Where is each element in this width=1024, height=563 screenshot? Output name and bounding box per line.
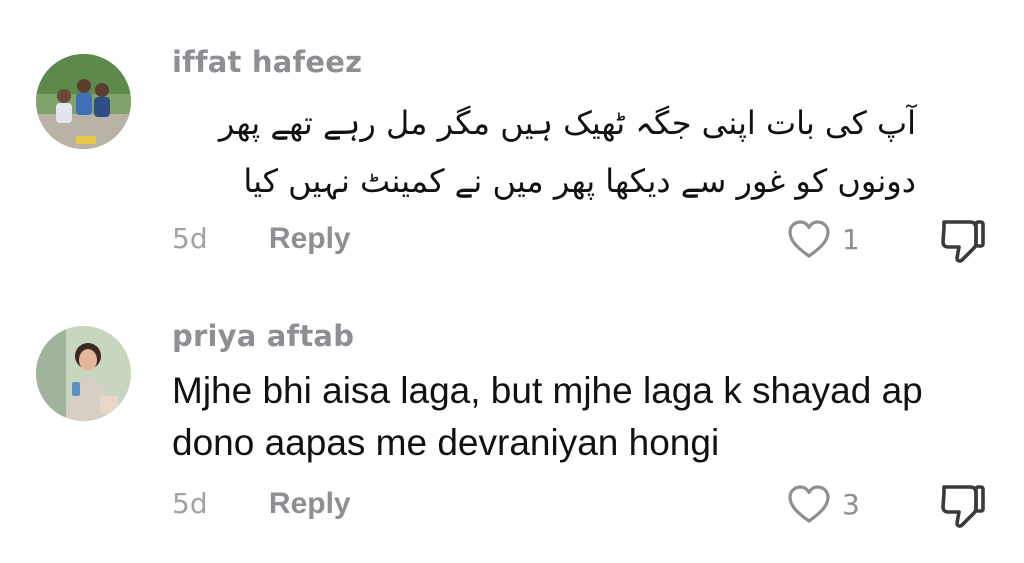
heart-outline-icon <box>788 485 830 523</box>
thumbs-down-icon <box>941 220 985 263</box>
avatar[interactable] <box>36 326 131 421</box>
reply-button[interactable]: Reply <box>269 487 351 520</box>
like-count: 1 <box>842 222 860 256</box>
comment-age: 5d <box>172 487 208 520</box>
comment-age: 5d <box>172 222 208 255</box>
dislike-button[interactable] <box>938 216 988 268</box>
like-button[interactable]: 1 <box>786 218 860 260</box>
comment-username[interactable]: priya aftab <box>172 319 354 353</box>
like-button[interactable]: 3 <box>786 483 860 525</box>
dislike-button[interactable] <box>938 481 988 533</box>
comment-item: priya aftab Mjhe bhi aisa laga, but mjhe… <box>0 281 1024 562</box>
avatar-photo <box>36 326 131 421</box>
comment-meta: 5d Reply <box>172 487 351 521</box>
like-count: 3 <box>842 487 860 521</box>
thumbs-down-icon <box>941 485 985 528</box>
avatar[interactable] <box>36 54 131 149</box>
comment-text: آپ کی بات اپنی جگہ ٹھیک ہیں مگر مل رہے ت… <box>218 104 916 200</box>
comment-text: Mjhe bhi aisa laga, but mjhe laga k shay… <box>172 370 923 463</box>
avatar-photo <box>36 54 131 149</box>
comment-username[interactable]: iffat hafeez <box>172 45 362 79</box>
reply-button[interactable]: Reply <box>269 222 351 255</box>
comment-meta: 5d Reply <box>172 222 351 256</box>
heart-outline-icon <box>788 220 830 258</box>
comment-item: iffat hafeez آپ کی بات اپنی جگہ ٹھیک ہیں… <box>0 0 1024 281</box>
